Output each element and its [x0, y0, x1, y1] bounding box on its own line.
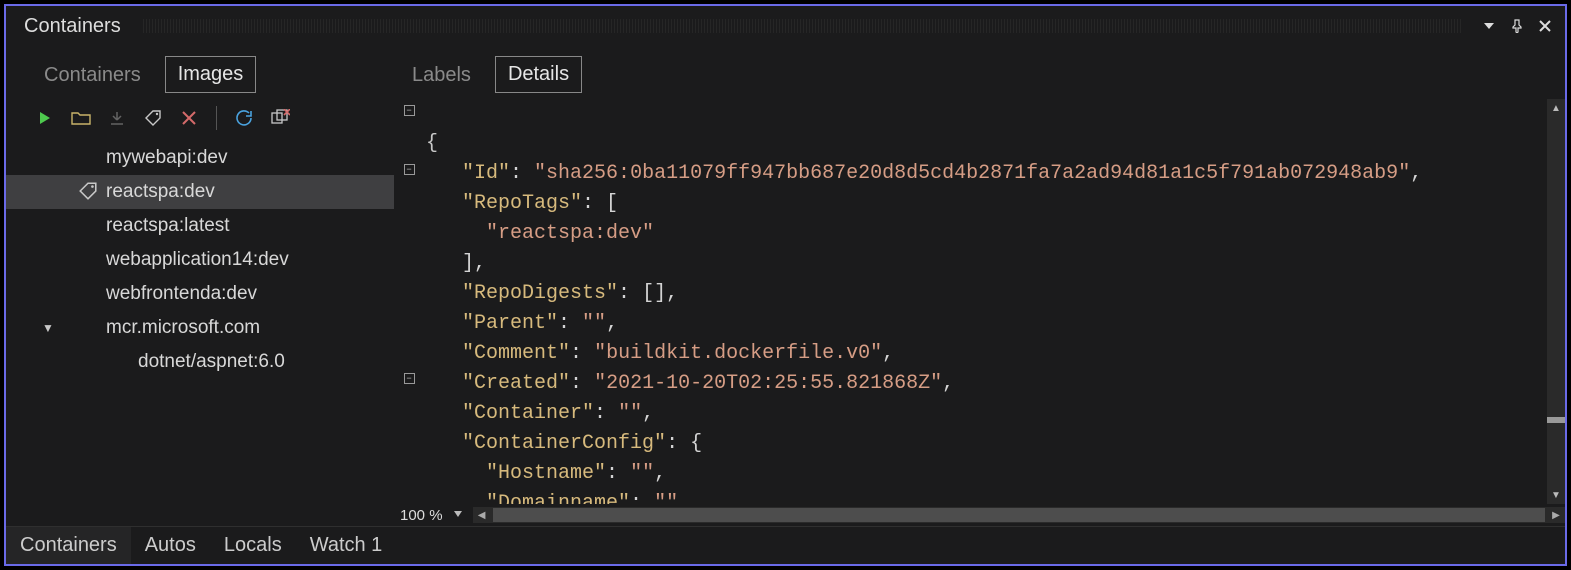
editor-statusbar: 100 % ◀ ▶ — [394, 504, 1565, 526]
json-key: "Container" — [462, 402, 594, 425]
bottom-tab-locals[interactable]: Locals — [210, 527, 296, 564]
left-tabstrip: Containers Images — [6, 46, 394, 99]
close-icon[interactable] — [1533, 14, 1557, 38]
json-value: [] — [642, 282, 666, 305]
tree-item-label: reactspa:dev — [106, 181, 215, 203]
json-string: "" — [618, 402, 642, 425]
tree-item[interactable]: ▼ mcr.microsoft.com — [6, 311, 394, 345]
tree-item-label: webapplication14:dev — [106, 249, 289, 271]
pin-icon[interactable] — [1505, 14, 1529, 38]
json-key: "Parent" — [462, 312, 558, 335]
json-key: "Comment" — [462, 342, 570, 365]
tree-item[interactable]: webfrontenda:dev — [6, 277, 394, 311]
tree-item[interactable]: mywebapi:dev — [6, 141, 394, 175]
vertical-scrollbar[interactable]: ▲ ▼ — [1547, 99, 1565, 504]
json-string: "" — [582, 312, 606, 335]
json-key: "Id" — [462, 162, 510, 185]
images-toolbar — [6, 99, 394, 139]
delete-icon[interactable] — [176, 105, 202, 131]
window-options-dropdown-icon[interactable] — [1477, 14, 1501, 38]
json-key: "Created" — [462, 372, 570, 395]
json-editor[interactable]: { "Id": "sha256:0ba11079ff947bb687e20d8d… — [424, 99, 1547, 504]
tree-item[interactable]: webapplication14:dev — [6, 243, 394, 277]
tab-containers[interactable]: Containers — [32, 58, 153, 93]
bottom-tab-watch1[interactable]: Watch 1 — [296, 527, 397, 564]
tree-item-label: mywebapi:dev — [106, 147, 227, 169]
bottom-tabstrip: Containers Autos Locals Watch 1 — [6, 526, 1565, 564]
prune-icon[interactable] — [267, 105, 293, 131]
containers-tool-window: Containers Containers Images — [4, 4, 1567, 566]
overview-mark — [1547, 417, 1565, 423]
pull-icon[interactable] — [104, 105, 130, 131]
fold-gutter: − − − — [394, 99, 424, 504]
tree-item[interactable]: dotnet/aspnet:6.0 — [6, 345, 394, 379]
tree-item[interactable]: reactspa:dev — [6, 175, 394, 209]
run-icon[interactable] — [32, 105, 58, 131]
json-string: "" — [654, 492, 678, 504]
scroll-left-icon[interactable]: ◀ — [473, 510, 491, 521]
image-tree[interactable]: mywebapi:dev reactspa:dev reactspa:lates… — [6, 139, 394, 526]
tag-icon[interactable] — [140, 105, 166, 131]
json-key: "RepoDigests" — [462, 282, 618, 305]
fold-toggle[interactable]: − — [404, 373, 415, 384]
titlebar-grip — [143, 19, 1463, 33]
scroll-up-icon[interactable]: ▲ — [1547, 99, 1565, 117]
chevron-down-icon[interactable]: ▼ — [42, 321, 58, 335]
images-panel: Containers Images — [6, 46, 394, 526]
bottom-tab-containers[interactable]: Containers — [6, 527, 131, 564]
right-tabstrip: Labels Details — [394, 46, 1565, 99]
json-key: "Domainname" — [486, 492, 630, 504]
json-string: "buildkit.dockerfile.v0" — [594, 342, 882, 365]
tree-item-label: webfrontenda:dev — [106, 283, 257, 305]
titlebar: Containers — [6, 6, 1565, 46]
horizontal-scrollbar[interactable]: ◀ ▶ — [473, 507, 1565, 523]
tab-labels[interactable]: Labels — [400, 58, 483, 93]
json-key: "RepoTags" — [462, 192, 582, 215]
tag-icon — [78, 181, 100, 203]
tree-item-label: mcr.microsoft.com — [106, 317, 260, 339]
open-folder-icon[interactable] — [68, 105, 94, 131]
fold-toggle[interactable]: − — [404, 105, 415, 116]
refresh-icon[interactable] — [231, 105, 257, 131]
tree-item-label: dotnet/aspnet:6.0 — [138, 351, 285, 373]
tree-item-label: reactspa:latest — [106, 215, 230, 237]
window-title: Containers — [24, 15, 121, 38]
json-key: "Hostname" — [486, 462, 606, 485]
json-string: "sha256:0ba11079ff947bb687e20d8d5cd4b287… — [534, 162, 1410, 185]
details-panel: Labels Details − − − { "Id": "sha256:0ba… — [394, 46, 1565, 526]
code-text: ], — [462, 252, 486, 275]
zoom-dropdown-icon[interactable] — [453, 509, 465, 521]
bottom-tab-autos[interactable]: Autos — [131, 527, 210, 564]
scroll-down-icon[interactable]: ▼ — [1547, 486, 1565, 504]
code-text: { — [426, 132, 438, 155]
tree-item[interactable]: reactspa:latest — [6, 209, 394, 243]
toolbar-separator — [216, 106, 217, 130]
tab-details[interactable]: Details — [495, 56, 582, 93]
zoom-level[interactable]: 100 % — [400, 507, 443, 524]
scrollbar-thumb[interactable] — [493, 508, 1545, 522]
json-string: "reactspa:dev" — [486, 222, 654, 245]
fold-toggle[interactable]: − — [404, 164, 415, 175]
tab-images[interactable]: Images — [165, 56, 257, 93]
json-string: "2021-10-20T02:25:55.821868Z" — [594, 372, 942, 395]
json-key: "ContainerConfig" — [462, 432, 666, 455]
scroll-right-icon[interactable]: ▶ — [1547, 510, 1565, 521]
json-string: "" — [630, 462, 654, 485]
